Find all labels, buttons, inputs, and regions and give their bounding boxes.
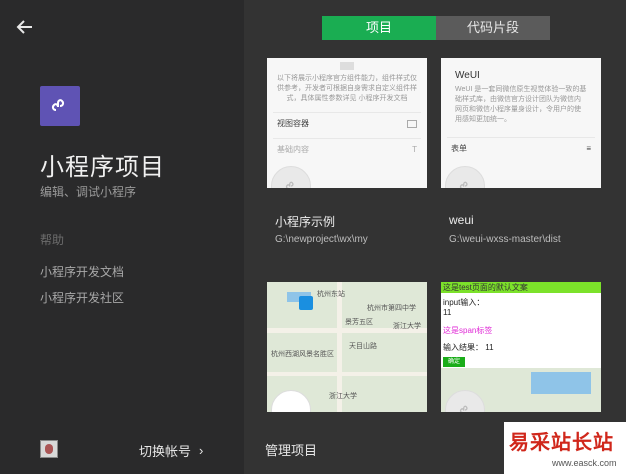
preview-row: 表单 ≡ xyxy=(447,137,595,159)
main-panel: 项目 代码片段 以下将展示小程序官方组件能力，组件样式仅供参考，开发者可根据自身… xyxy=(244,0,626,474)
back-arrow-icon[interactable] xyxy=(16,18,38,38)
preview-description: 以下将展示小程序官方组件能力，组件样式仅供参考，开发者可根据自身需求自定义组件样… xyxy=(277,75,417,102)
preview-result: 输入结果： 11 xyxy=(443,343,494,352)
watermark-title: 易采站长站 xyxy=(509,432,614,454)
watermark-logo: 易采站长站 www.easck.com xyxy=(504,422,626,474)
project-name[interactable]: weui xyxy=(449,213,474,227)
preview-input-value: 11 xyxy=(443,308,452,317)
chevron-right-icon: › xyxy=(199,443,204,458)
map-marker-icon xyxy=(299,296,313,310)
mini-program-placeholder-icon xyxy=(445,166,485,188)
mini-program-placeholder-icon xyxy=(271,166,311,188)
preview-input-label: input输入： xyxy=(443,298,485,307)
page-title: 小程序项目 xyxy=(40,154,165,181)
menu-icon: ≡ xyxy=(586,144,591,153)
sidebar: 小程序项目 编辑、调试小程序 帮助 小程序开发文档 小程序开发社区 切换帐号 › xyxy=(0,0,244,474)
preview-row: 基础内容 T xyxy=(273,138,421,160)
project-card-test[interactable]: 这是test页面的默认文案 input输入： 11 这是span标签 输入结果：… xyxy=(441,282,601,412)
preview-confirm-button: 确定 xyxy=(443,357,465,367)
preview-description: WeUI 是一套同微信原生视觉体验一致的基础样式库，由微信官方设计团队为微信内网… xyxy=(455,86,587,123)
project-path: G:\weui-wxss-master\dist xyxy=(449,234,561,245)
project-path: G:\newproject\wx\my xyxy=(275,234,368,245)
tab-bar: 项目 代码片段 xyxy=(322,16,550,40)
preview-banner: 这是test页面的默认文案 xyxy=(441,282,601,293)
avatar[interactable] xyxy=(40,440,58,458)
preview-heading: WeUI xyxy=(455,70,480,81)
manage-projects-link[interactable]: 管理项目 xyxy=(265,440,317,459)
tab-code-snippets[interactable]: 代码片段 xyxy=(436,16,550,40)
preview-row: 视图容器 xyxy=(273,112,421,134)
watermark-url: www.easck.com xyxy=(552,458,617,468)
switch-account-label: 切换帐号 xyxy=(139,444,192,459)
tab-projects[interactable]: 项目 xyxy=(322,16,436,40)
dev-community-link[interactable]: 小程序开发社区 xyxy=(40,289,124,306)
page-subtitle: 编辑、调试小程序 xyxy=(40,185,137,199)
help-heading: 帮助 xyxy=(40,233,65,247)
view-icon xyxy=(407,119,417,128)
preview-span: 这是span标签 xyxy=(443,326,493,335)
project-card-map[interactable]: 杭州东站 杭州市第四中学 景芳五区 浙江大学 天目山路 杭州西湖风景名胜区 浙江… xyxy=(267,282,427,412)
project-card-weui[interactable]: WeUI WeUI 是一套同微信原生视觉体验一致的基础样式库，由微信官方设计团队… xyxy=(441,58,601,188)
text-icon: T xyxy=(412,145,417,154)
switch-account-button[interactable]: 切换帐号 › xyxy=(139,441,203,460)
dev-docs-link[interactable]: 小程序开发文档 xyxy=(40,263,124,280)
project-name[interactable]: 小程序示例 xyxy=(275,213,335,230)
project-card-demo[interactable]: 以下将展示小程序官方组件能力，组件样式仅供参考，开发者可根据自身需求自定义组件样… xyxy=(267,58,427,188)
mini-program-logo-icon xyxy=(40,86,80,126)
